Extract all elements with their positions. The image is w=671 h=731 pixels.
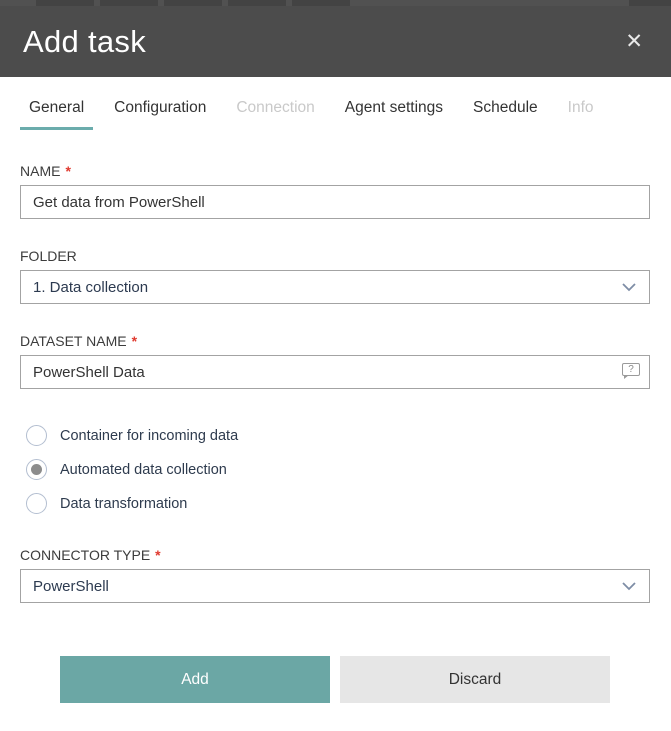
dataset-name-input[interactable] xyxy=(20,355,650,389)
folder-dropdown[interactable]: 1. Data collection xyxy=(20,270,650,304)
radio-automated-data-collection[interactable]: Automated data collection xyxy=(20,459,650,480)
tab-connection: Connection xyxy=(236,99,315,116)
discard-button[interactable]: Discard xyxy=(340,656,610,703)
folder-label-text: FOLDER xyxy=(20,248,77,264)
radio-label: Automated data collection xyxy=(60,461,227,478)
connector-type-field-group: CONNECTOR TYPE * PowerShell xyxy=(20,547,650,603)
required-marker: * xyxy=(65,163,71,179)
required-marker: * xyxy=(155,547,161,563)
folder-field-group: FOLDER 1. Data collection xyxy=(20,248,650,304)
connector-type-dropdown[interactable]: PowerShell xyxy=(20,569,650,603)
tab-agent-settings[interactable]: Agent settings xyxy=(336,95,452,130)
name-field-group: NAME * xyxy=(20,163,650,219)
tab-general[interactable]: General xyxy=(20,95,94,130)
dataset-name-field-group: DATASET NAME * ? xyxy=(20,333,650,389)
dialog-footer: Add Discard xyxy=(20,656,650,703)
backdrop-tab xyxy=(100,0,158,6)
task-type-radio-group: Container for incoming data Automated da… xyxy=(20,425,650,514)
name-label-text: NAME xyxy=(20,163,61,179)
connector-type-label: CONNECTOR TYPE * xyxy=(20,547,650,563)
help-tooltip-icon[interactable]: ? xyxy=(622,363,640,379)
radio-label: Data transformation xyxy=(60,495,188,512)
radio-container-for-incoming-data[interactable]: Container for incoming data xyxy=(20,425,650,446)
connector-type-dropdown-value: PowerShell xyxy=(33,577,109,595)
dataset-name-label-text: DATASET NAME xyxy=(20,333,127,349)
tab-info: Info xyxy=(567,99,594,116)
radio-button-icon[interactable] xyxy=(26,493,47,514)
radio-data-transformation[interactable]: Data transformation xyxy=(20,493,650,514)
required-marker: * xyxy=(131,333,138,349)
chevron-down-icon xyxy=(622,283,636,292)
backdrop-tab xyxy=(629,0,671,6)
dataset-name-label: DATASET NAME * xyxy=(20,333,650,349)
dialog-header: Add task ✕ xyxy=(0,6,671,77)
close-icon[interactable]: ✕ xyxy=(619,27,649,56)
name-label: NAME * xyxy=(20,163,650,179)
tab-configuration[interactable]: Configuration xyxy=(105,95,215,130)
chevron-down-icon xyxy=(622,582,636,591)
tab-bar: General Configuration Connection Agent s… xyxy=(20,95,650,130)
folder-label: FOLDER xyxy=(20,248,650,264)
dialog-body: General Configuration Connection Agent s… xyxy=(0,77,671,703)
connector-type-label-text: CONNECTOR TYPE xyxy=(20,547,151,563)
add-button[interactable]: Add xyxy=(60,656,330,703)
backdrop-tab xyxy=(228,0,286,6)
page-backdrop-strip xyxy=(0,0,671,6)
backdrop-tab xyxy=(36,0,94,6)
tab-schedule[interactable]: Schedule xyxy=(464,95,547,130)
radio-button-icon[interactable] xyxy=(26,425,47,446)
backdrop-tab xyxy=(164,0,222,6)
radio-label: Container for incoming data xyxy=(60,427,239,444)
radio-button-selected-icon[interactable] xyxy=(26,459,47,480)
folder-dropdown-value: 1. Data collection xyxy=(33,278,149,296)
dialog-title: Add task xyxy=(23,23,147,59)
name-input[interactable] xyxy=(20,185,650,219)
backdrop-tab xyxy=(292,0,350,6)
